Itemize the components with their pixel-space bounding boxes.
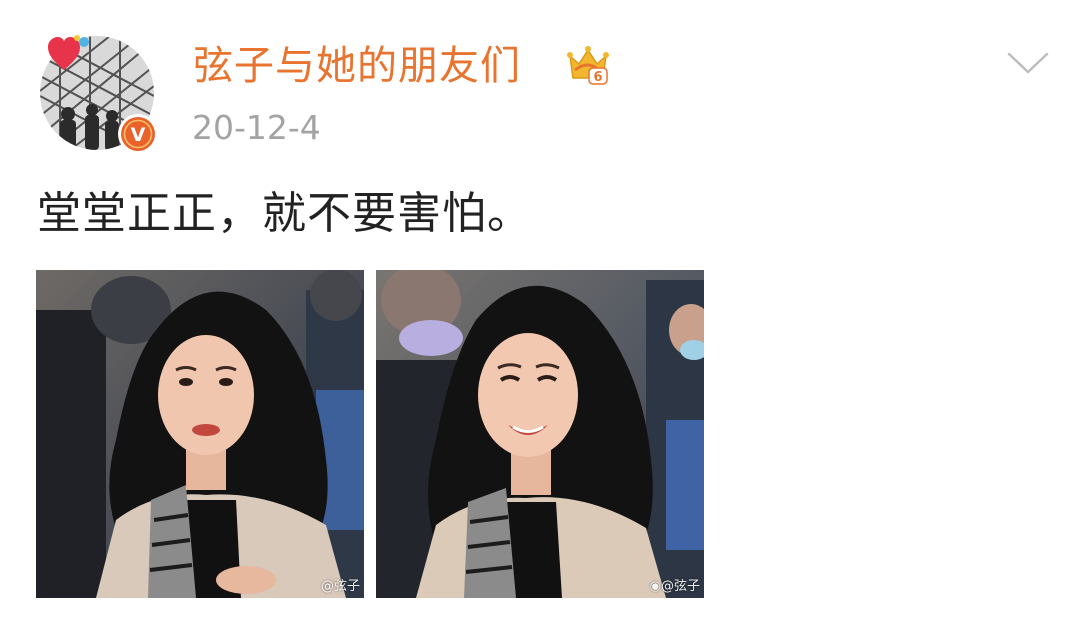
weibo-icon: ◉ xyxy=(649,579,661,594)
photo-watermark-text: @弦子 xyxy=(660,579,700,594)
post-photo-1[interactable]: @弦子 xyxy=(36,270,364,598)
crown-level: 6 xyxy=(593,70,602,85)
username[interactable]: 弦子与她的朋友们 xyxy=(193,38,521,94)
heart-icon xyxy=(48,35,89,70)
photo-image xyxy=(36,270,364,598)
crown-icon[interactable]: 6 xyxy=(565,42,611,88)
photo-watermark: ◉@弦子 xyxy=(650,579,700,595)
post-text: 堂堂正正，就不要害怕。 xyxy=(37,188,532,239)
photo-watermark: @弦子 xyxy=(320,579,360,594)
chevron-down-icon[interactable] xyxy=(1006,48,1050,78)
verified-icon: V xyxy=(118,114,158,154)
post-photo-2[interactable]: ◉@弦子 xyxy=(376,270,704,598)
photo-image xyxy=(376,270,704,598)
post-date: 20-12-4 xyxy=(192,108,321,147)
verified-mark: V xyxy=(131,124,146,146)
